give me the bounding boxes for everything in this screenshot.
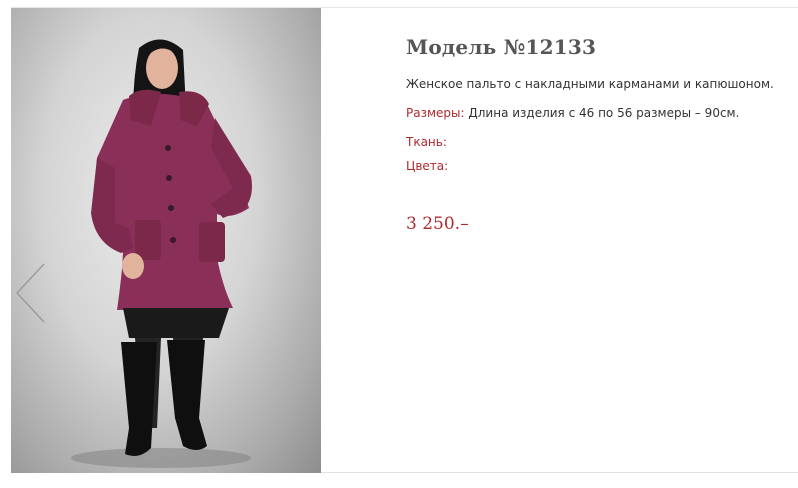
product-price: 3 250.– <box>406 214 469 234</box>
fabric-label: Ткань: <box>406 135 447 149</box>
sizes-label: Размеры: <box>406 106 465 120</box>
product-sizes: Размеры: Длина изделия с 46 по 56 размер… <box>406 105 786 121</box>
product-photo <box>11 8 321 473</box>
product-fabric: Ткань: <box>406 134 786 150</box>
chevron-left-icon <box>16 263 45 323</box>
colors-label: Цвета: <box>406 159 449 173</box>
sizes-value: Длина изделия с 46 по 56 размеры – 90см. <box>468 106 740 120</box>
product-description: Женское пальто с накладными карманами и … <box>406 77 774 91</box>
product-colors: Цвета: <box>406 158 786 174</box>
product-title: Модель №12133 <box>406 35 597 59</box>
gallery-prev-arrow[interactable] <box>14 262 48 324</box>
model-figure-image <box>71 39 252 468</box>
product-details: Модель №12133 Женское пальто с накладным… <box>406 30 786 236</box>
